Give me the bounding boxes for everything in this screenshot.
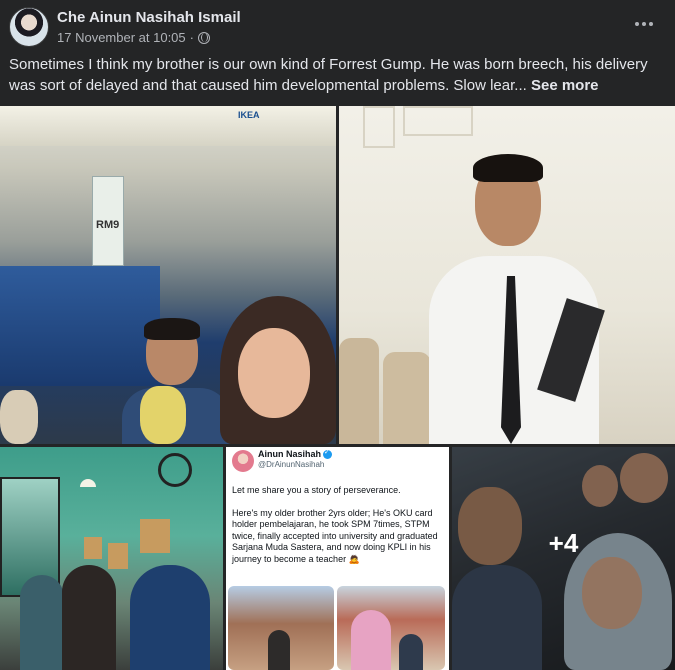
blue-bags-stack (0, 266, 160, 386)
photo-cafe-group[interactable] (0, 447, 223, 670)
post-meta: 17 November at 10:05 · (57, 30, 210, 45)
tweet-paragraph: Let me share you a story of perseverance… (232, 485, 401, 495)
tweet-author-name: Ainun Nasihah (258, 449, 322, 459)
dot-icon (635, 22, 639, 26)
chair (339, 338, 379, 444)
person (268, 630, 290, 670)
author-avatar[interactable] (9, 7, 49, 47)
dot-icon (649, 22, 653, 26)
ikea-sign: IKEA (238, 110, 260, 120)
tweet-handle: @DrAinunNasihah (258, 460, 325, 469)
tweet-author: Ainun Nasihah (258, 448, 333, 459)
tweet-image (337, 586, 445, 670)
chair (383, 352, 431, 444)
ceiling-lights (0, 106, 336, 146)
picture-frame (108, 543, 128, 569)
photo-portrait[interactable] (339, 106, 675, 444)
brother-hair (144, 318, 200, 340)
tweet-paragraph: Here's my older brother 2yrs older; He's… (232, 507, 438, 564)
tweet-image (228, 586, 334, 670)
person (20, 575, 64, 670)
post-timestamp[interactable]: 17 November at 10:05 (57, 30, 186, 45)
more-photos-overlay[interactable]: +4 (452, 447, 675, 670)
store-sign: RM9 (92, 176, 124, 266)
meta-separator: · (189, 30, 194, 45)
tweet-avatar (232, 450, 254, 472)
verified-badge-icon (323, 448, 333, 459)
author-name[interactable]: Che Ainun Nasihah Ismail (57, 9, 241, 26)
plush-toy (140, 386, 186, 444)
more-options-button[interactable] (629, 12, 659, 36)
person-hijab (351, 610, 391, 670)
ceiling-lamp (80, 479, 96, 487)
plush-toy (0, 390, 38, 444)
woman-face (238, 328, 310, 418)
tweet-body: Let me share you a story of perseverance… (232, 485, 444, 576)
photo-tweet-screenshot[interactable]: Ainun Nasihah @DrAinunNasihah Let me sha… (226, 447, 449, 670)
person (130, 565, 210, 670)
picture-frame (140, 519, 170, 553)
see-more-link[interactable]: See more (531, 77, 599, 94)
man-hair (473, 154, 543, 182)
globe-icon[interactable] (197, 31, 210, 44)
person-hijab (62, 565, 116, 670)
wall-panel (363, 106, 395, 148)
more-photos-count: +4 (548, 528, 579, 558)
dot-icon (642, 22, 646, 26)
picture-frame (84, 537, 102, 559)
price-label: RM9 (96, 219, 120, 231)
wall-panel (403, 106, 473, 136)
post-text: Sometimes I think my brother is our own … (9, 54, 659, 96)
person (399, 634, 423, 670)
photo-selfie-store[interactable]: RM9 IKEA (0, 106, 336, 444)
photo-car-selfie[interactable]: +4 (452, 447, 675, 670)
wall-fan (158, 453, 192, 487)
post-header: Che Ainun Nasihah Ismail 17 November at … (0, 0, 675, 52)
